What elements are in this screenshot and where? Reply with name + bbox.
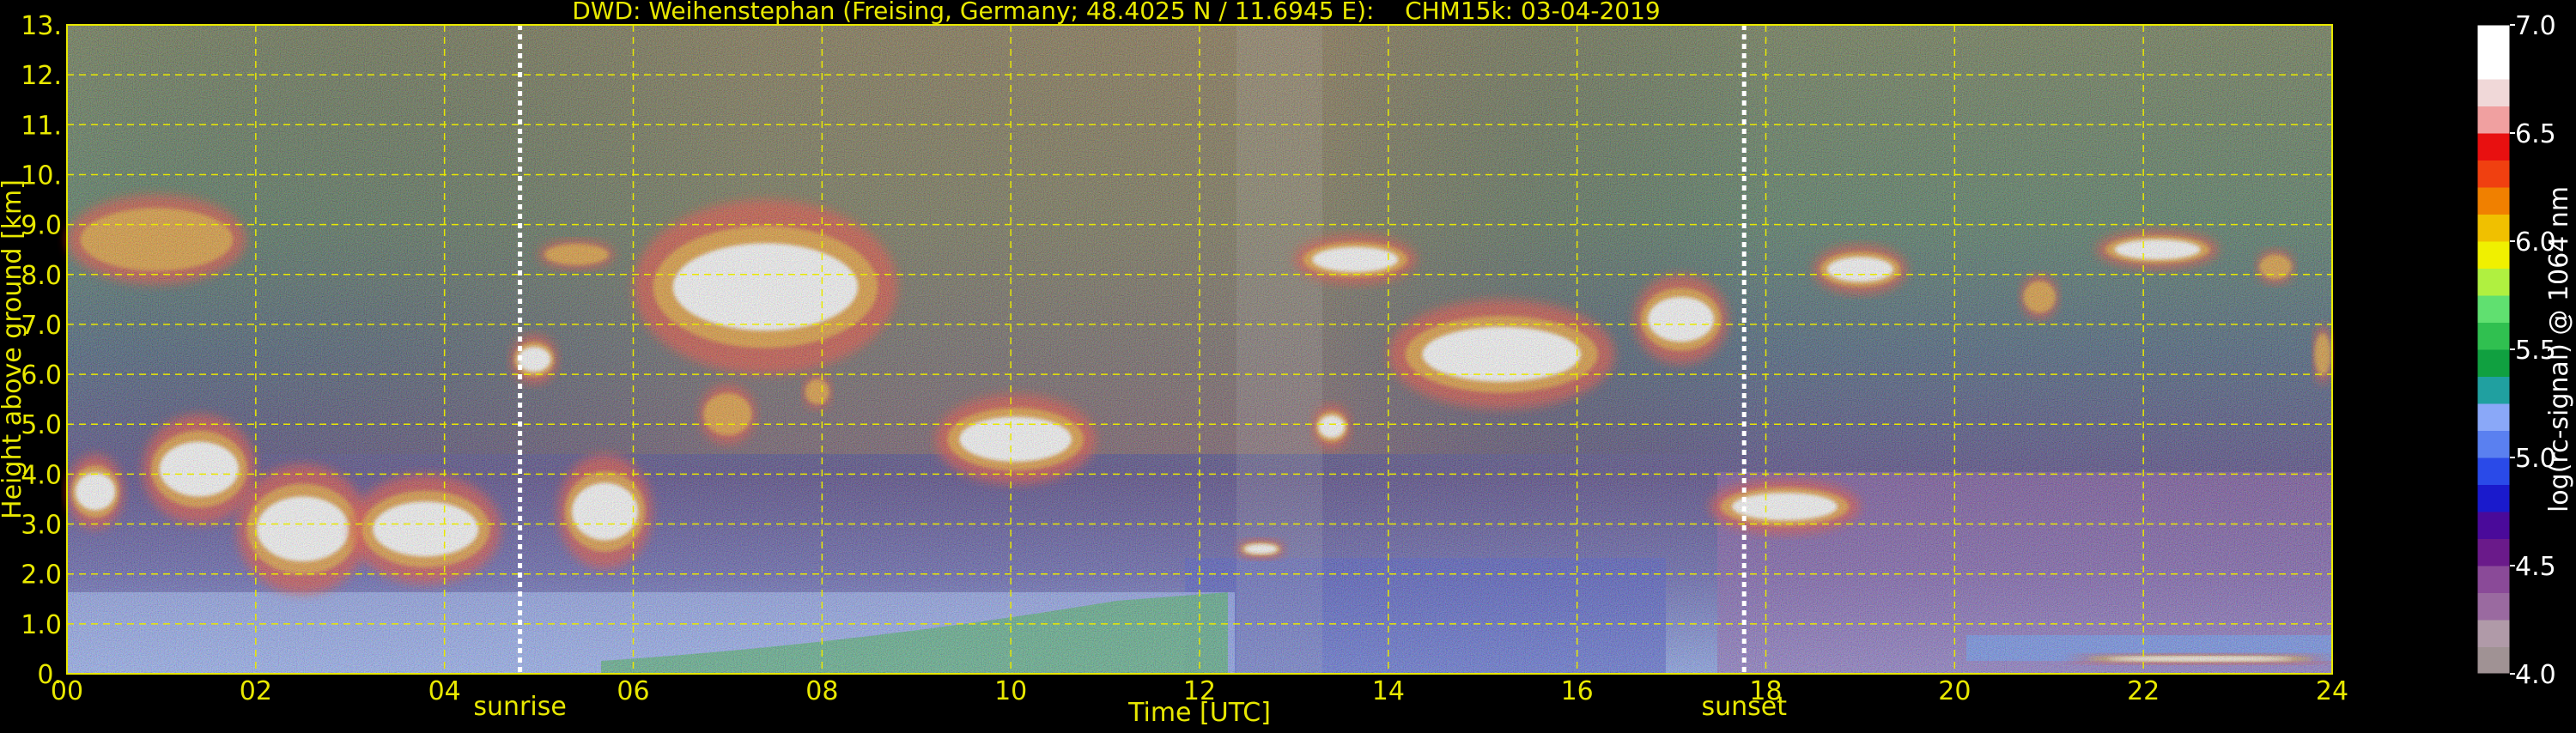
y-tick-label: 1.0	[21, 610, 62, 640]
y-tick-label: 3.0	[21, 511, 62, 541]
colorbar-tick-label: 4.5	[2515, 552, 2556, 582]
y-tick-label: 12.	[21, 61, 62, 91]
colorbar-segment	[2477, 620, 2510, 647]
colorbar-segment	[2477, 512, 2510, 539]
sunset-label: sunset	[1701, 692, 1787, 722]
x-tick-label: 02	[240, 676, 272, 706]
x-tick-label: 24	[2316, 676, 2348, 706]
y-tick-label: 2.0	[21, 560, 62, 591]
colorbar-segment	[2477, 403, 2510, 431]
y-tick-label: 11.	[21, 111, 62, 141]
y-tick-label: 0.	[37, 660, 62, 690]
colorbar-segment	[2477, 538, 2510, 566]
x-tick-label: 10	[994, 676, 1027, 706]
colorbar-segment	[2477, 160, 2510, 188]
colorbar-tick-label: 6.5	[2515, 119, 2556, 149]
x-tick-label: 06	[617, 676, 649, 706]
colorbar-label: log(rc-signal) @ 1064 nm	[2544, 186, 2574, 512]
y-tick-label: 4.0	[21, 460, 62, 490]
colorbar-segment	[2477, 376, 2510, 404]
x-tick-label: 08	[805, 676, 838, 706]
colorbar-segment	[2477, 268, 2510, 296]
colorbar-segment	[2477, 133, 2510, 161]
y-tick-label: 5.0	[21, 410, 62, 440]
colorbar-segment	[2477, 187, 2510, 215]
y-tick-label: 6.0	[21, 360, 62, 391]
ceilometer-chart: DWD: Weihenstephan (Freising, Germany; 4…	[0, 0, 2574, 728]
colorbar-tick-label: 7.0	[2515, 11, 2556, 41]
y-tick-label: 9.0	[21, 211, 62, 241]
colorbar-segment	[2477, 484, 2510, 512]
colorbar-segment	[2477, 322, 2510, 350]
colorbar-segment	[2477, 25, 2510, 52]
colorbar-segment	[2477, 241, 2510, 269]
y-tick-label: 7.0	[21, 311, 62, 341]
colorbar-segment	[2477, 566, 2510, 593]
colorbar-segment	[2477, 646, 2510, 675]
colorbar-tick-label: 4.0	[2515, 660, 2556, 690]
colorbar	[2476, 24, 2511, 675]
y-tick-label: 8.0	[21, 261, 62, 291]
colorbar-segment	[2477, 51, 2510, 80]
colorbar-segment	[2477, 214, 2510, 242]
colorbar-segment	[2477, 457, 2510, 485]
x-tick-label: 22	[2127, 676, 2160, 706]
x-tick-label: 04	[428, 676, 461, 706]
y-tick-label: 10.	[21, 161, 62, 191]
x-tick-label: 14	[1372, 676, 1405, 706]
colorbar-segment	[2477, 295, 2510, 323]
colorbar-segment	[2477, 106, 2510, 134]
colorbar-segment	[2477, 79, 2510, 106]
colorbar-segment	[2477, 430, 2510, 458]
x-tick-label: 16	[1561, 676, 1594, 706]
colorbar-segment	[2477, 349, 2510, 377]
chart-title: DWD: Weihenstephan (Freising, Germany; 4…	[572, 0, 1661, 25]
plot-area	[66, 24, 2333, 675]
sunrise-label: sunrise	[473, 692, 566, 722]
x-ticks: 00 02 04 06 08 10 12 14 16 18 20 22 24	[51, 676, 2348, 706]
y-tick-label: 13.	[21, 11, 62, 41]
x-tick-label: 20	[1938, 676, 1971, 706]
x-tick-label: 12	[1183, 676, 1216, 706]
colorbar-segment	[2477, 592, 2510, 621]
